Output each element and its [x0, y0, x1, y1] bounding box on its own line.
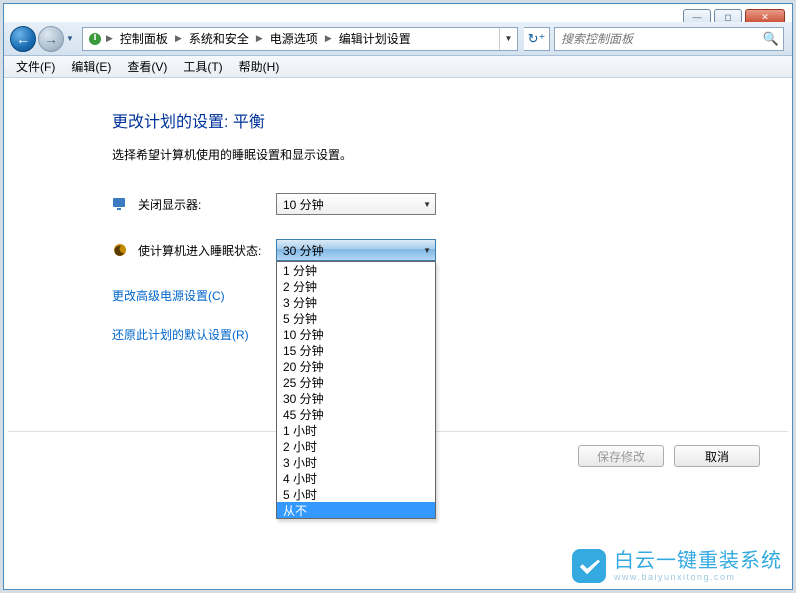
- menu-file[interactable]: 文件(F): [12, 56, 59, 77]
- refresh-button[interactable]: ↻⁺: [524, 27, 550, 51]
- sleep-option[interactable]: 15 分钟: [277, 342, 435, 358]
- sleep-option[interactable]: 3 分钟: [277, 294, 435, 310]
- menu-help[interactable]: 帮助(H): [235, 56, 284, 77]
- sleep-option[interactable]: 4 小时: [277, 470, 435, 486]
- chevron-right-icon: ▶: [255, 33, 264, 44]
- sleep-value: 30 分钟: [283, 242, 423, 259]
- chevron-right-icon: ▶: [105, 33, 114, 44]
- menu-view[interactable]: 查看(V): [123, 56, 171, 77]
- back-button[interactable]: ←: [10, 26, 36, 52]
- sleep-option[interactable]: 3 小时: [277, 454, 435, 470]
- refresh-icon: ↻⁺: [528, 31, 546, 47]
- sleep-dropdown-list[interactable]: 1 分钟2 分钟3 分钟5 分钟10 分钟15 分钟20 分钟25 分钟30 分…: [276, 261, 436, 519]
- display-off-label: 关闭显示器:: [138, 196, 276, 213]
- content-area: 更改计划的设置: 平衡 选择希望计算机使用的睡眠设置和显示设置。 关闭显示器: …: [4, 78, 792, 589]
- search-icon: 🔍: [763, 31, 779, 47]
- sleep-option[interactable]: 45 分钟: [277, 406, 435, 422]
- forward-button[interactable]: →: [38, 26, 64, 52]
- save-button[interactable]: 保存修改: [578, 445, 664, 467]
- setting-sleep: 使计算机进入睡眠状态: 30 分钟 ▼ 1 分钟2 分钟3 分钟5 分钟10 分…: [112, 239, 792, 261]
- sleep-option[interactable]: 10 分钟: [277, 326, 435, 342]
- breadcrumb-power-options[interactable]: 电源选项: [264, 28, 324, 50]
- search-box[interactable]: 🔍: [554, 27, 784, 51]
- sleep-option[interactable]: 25 分钟: [277, 374, 435, 390]
- arrow-left-icon: ←: [16, 31, 30, 47]
- search-input[interactable]: [559, 31, 763, 47]
- watermark: 白云一键重装系统 www.baiyunxitong.com: [572, 549, 782, 583]
- power-options-icon: [87, 31, 103, 47]
- moon-icon: [112, 242, 128, 258]
- page-description: 选择希望计算机使用的睡眠设置和显示设置。: [112, 146, 792, 163]
- sleep-combo[interactable]: 30 分钟 ▼ 1 分钟2 分钟3 分钟5 分钟10 分钟15 分钟20 分钟2…: [276, 239, 436, 261]
- watermark-logo-icon: [572, 549, 606, 583]
- menubar: 文件(F) 编辑(E) 查看(V) 工具(T) 帮助(H): [4, 56, 792, 78]
- chevron-down-icon: ▼: [423, 200, 431, 209]
- nav-history-dropdown[interactable]: ▼: [64, 26, 76, 52]
- titlebar: — ◻ ✕: [3, 3, 793, 21]
- sleep-option[interactable]: 5 分钟: [277, 310, 435, 326]
- chevron-right-icon: ▶: [174, 33, 183, 44]
- menu-tools[interactable]: 工具(T): [179, 56, 226, 77]
- address-navbar: ← → ▼ ▶ 控制面板 ▶ 系统和安全 ▶ 电源选项 ▶ 编辑计划设置 ▼ ↻…: [4, 22, 792, 56]
- breadcrumb-system-security[interactable]: 系统和安全: [183, 28, 255, 50]
- sleep-option[interactable]: 2 小时: [277, 438, 435, 454]
- arrow-right-icon: →: [44, 31, 58, 47]
- chevron-down-icon: ▼: [423, 246, 431, 255]
- sleep-option[interactable]: 从不: [277, 502, 435, 518]
- advanced-settings-link[interactable]: 更改高级电源设置(C): [112, 287, 792, 304]
- sleep-option[interactable]: 5 小时: [277, 486, 435, 502]
- setting-display-off: 关闭显示器: 10 分钟 ▼: [112, 193, 792, 215]
- restore-defaults-link[interactable]: 还原此计划的默认设置(R): [112, 326, 792, 343]
- display-off-value: 10 分钟: [283, 196, 423, 213]
- menu-edit[interactable]: 编辑(E): [67, 56, 115, 77]
- sleep-option[interactable]: 2 分钟: [277, 278, 435, 294]
- sleep-option[interactable]: 20 分钟: [277, 358, 435, 374]
- sleep-option[interactable]: 1 小时: [277, 422, 435, 438]
- address-bar[interactable]: ▶ 控制面板 ▶ 系统和安全 ▶ 电源选项 ▶ 编辑计划设置 ▼: [82, 27, 518, 51]
- address-dropdown[interactable]: ▼: [499, 28, 517, 50]
- watermark-text: 白云一键重装系统: [614, 551, 782, 571]
- sleep-label: 使计算机进入睡眠状态:: [138, 242, 276, 259]
- monitor-icon: [112, 196, 128, 212]
- breadcrumb-control-panel[interactable]: 控制面板: [114, 28, 174, 50]
- display-off-combo[interactable]: 10 分钟 ▼: [276, 193, 436, 215]
- cancel-button[interactable]: 取消: [674, 445, 760, 467]
- page-title: 更改计划的设置: 平衡: [112, 108, 792, 132]
- sleep-option[interactable]: 1 分钟: [277, 262, 435, 278]
- sleep-option[interactable]: 30 分钟: [277, 390, 435, 406]
- chevron-right-icon: ▶: [324, 33, 333, 44]
- breadcrumb-edit-plan[interactable]: 编辑计划设置: [333, 28, 417, 50]
- watermark-url: www.baiyunxitong.com: [614, 573, 782, 582]
